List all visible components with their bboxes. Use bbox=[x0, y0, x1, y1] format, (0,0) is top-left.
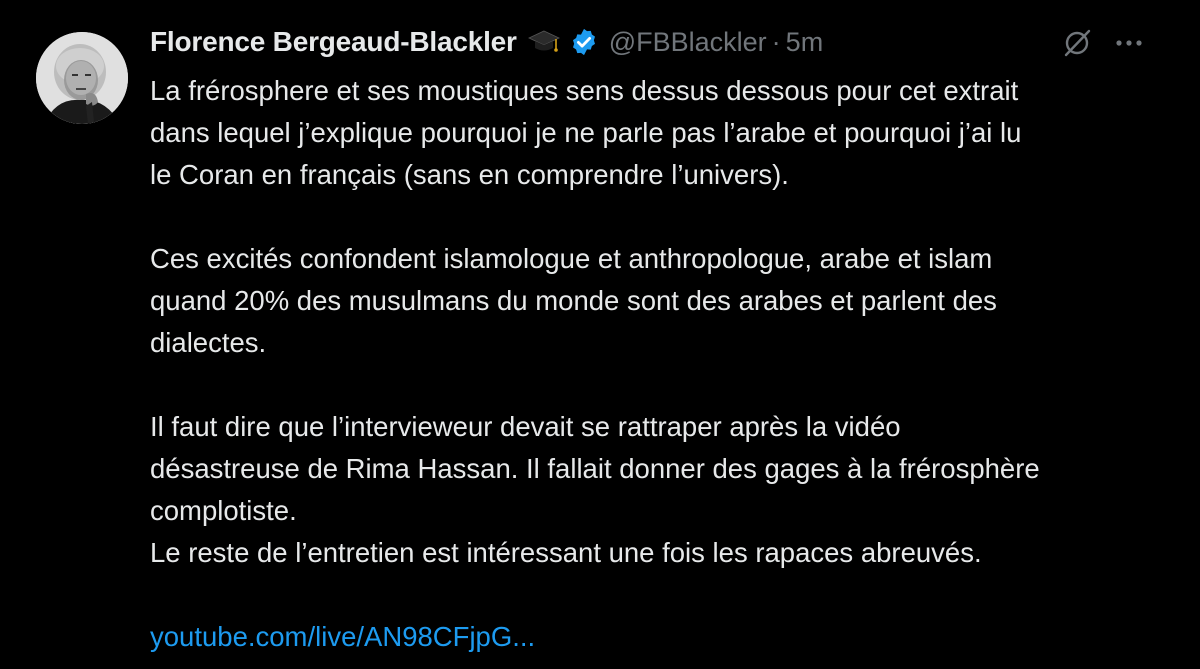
avatar-photo bbox=[36, 32, 128, 124]
tweet-body: La frérosphere et ses moustiques sens de… bbox=[150, 70, 1180, 658]
tweet-text-line: désastreuse de Rima Hassan. Il fallait d… bbox=[150, 453, 1040, 484]
tweet-text-line: Le reste de l’entretien est intéressant … bbox=[150, 537, 982, 568]
author-display-name[interactable]: Florence Bergeaud-Blackler bbox=[150, 26, 517, 58]
grok-icon[interactable] bbox=[1062, 28, 1092, 58]
verified-badge-icon[interactable] bbox=[569, 27, 599, 57]
tweet-header: Florence Bergeaud-Blackler @FBBlackler ·… bbox=[150, 22, 1180, 62]
separator-dot: · bbox=[771, 26, 781, 57]
tweet-text-line: Ces excités confondent islamologue et an… bbox=[150, 243, 993, 274]
tweet[interactable]: Florence Bergeaud-Blackler @FBBlackler ·… bbox=[0, 0, 1200, 669]
author-handle[interactable]: @FBBlackler bbox=[609, 27, 767, 58]
graduation-cap-icon bbox=[527, 27, 561, 57]
avatar[interactable] bbox=[36, 32, 128, 124]
tweet-text-line: Il faut dire que l’intervieweur devait s… bbox=[150, 411, 901, 442]
tweet-text-line: quand 20% des musulmans du monde sont de… bbox=[150, 285, 997, 316]
tweet-text-line: complotiste. bbox=[150, 495, 297, 526]
tweet-text-line: La frérosphere et ses moustiques sens de… bbox=[150, 75, 1019, 106]
tweet-text-line: le Coran en français (sans en comprendre… bbox=[150, 159, 789, 190]
more-icon[interactable] bbox=[1112, 28, 1146, 58]
youtube-link[interactable]: youtube.com/live/AN98CFjpG... bbox=[150, 616, 1180, 658]
tweet-text-line: dialectes. bbox=[150, 327, 267, 358]
tweet-timestamp[interactable]: 5m bbox=[786, 27, 824, 58]
tweet-text-line: dans lequel j’explique pourquoi je ne pa… bbox=[150, 117, 1022, 148]
